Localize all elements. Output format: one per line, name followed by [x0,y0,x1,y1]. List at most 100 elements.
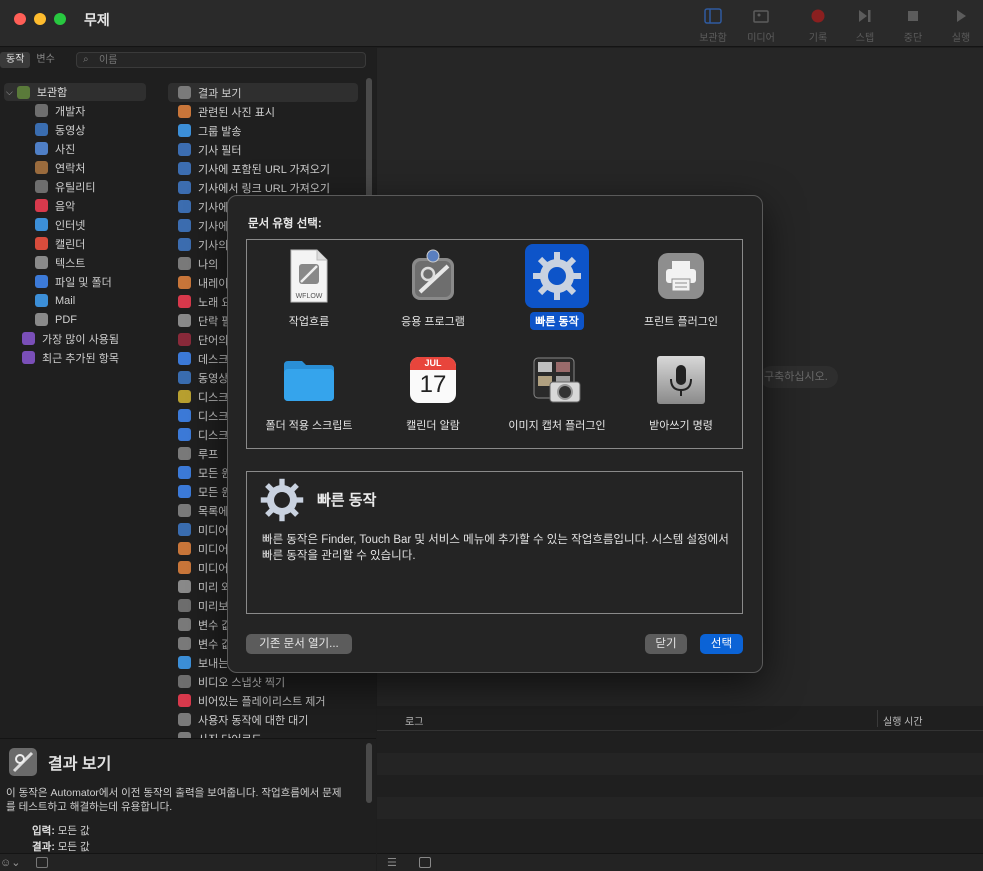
action-icon [178,333,191,346]
log-row [377,731,983,753]
choose-button[interactable]: 선택 [700,634,743,654]
log-column-header[interactable]: 로그 [405,713,423,728]
library-category-item[interactable]: 텍스트 [0,253,160,272]
list-view-icon[interactable]: ☰ [387,856,397,869]
record-icon [811,9,825,23]
doc-type-application[interactable]: 응용 프로그램 [371,244,495,330]
log-pane: 로그 실행 시간 [377,706,983,853]
library-category-item[interactable]: 캘린더 [0,234,160,253]
action-list-item[interactable]: 비어있는 플레이리스트 제거 [168,691,358,710]
library-category-label: 캘린더 [55,238,86,251]
doc-type-label: 프린트 플러그인 [644,316,718,328]
action-icon [178,105,191,118]
library-category-item[interactable]: 개발자 [0,101,160,120]
doc-type-workflow[interactable]: WFLOW 작업흐름 [247,244,371,330]
doc-type-print-plugin[interactable]: 프린트 플러그인 [619,244,743,330]
search-input[interactable] [99,53,359,67]
minimize-window-button[interactable] [34,13,46,25]
action-list-item[interactable]: 비디오 스냅샷 찍기 [168,672,358,691]
doc-type-dictation-command[interactable]: 받아쓰기 명령 [619,348,743,434]
media-label: 미디어 [747,33,775,44]
library-category-item[interactable]: 유틸리티 [0,177,160,196]
log-row [377,819,983,841]
action-icon [178,466,191,479]
split-view-icon[interactable] [419,857,431,868]
mail-icon [35,294,48,307]
description-scrollbar[interactable] [366,743,372,803]
open-existing-document-button[interactable]: 기존 문서 열기... [246,634,352,654]
result-label: 결과: [32,841,55,853]
library-categories: ⌵ 보관함 개발자동영상사진연락처 유틸리티 음악 인터넷캘린더텍스트파일 및 폴더 M… [0,83,160,367]
library-category-item[interactable]: PDF [0,310,160,329]
close-window-button[interactable] [14,13,26,25]
workflow-drop-hint: 구축하십시오. [760,366,838,388]
action-icon [178,162,191,175]
doc-type-label: 받아쓰기 명령 [649,420,713,432]
close-button[interactable]: 닫기 [645,634,687,654]
log-header: 로그 실행 시간 [377,706,983,731]
action-label: 디스크 [198,429,229,442]
library-category-item[interactable]: 동영상 [0,120,160,139]
media-toolbar-button[interactable]: 미디어 [739,6,783,44]
library-category-label: Mail [55,294,76,307]
smart-group-item[interactable]: 가장 많이 사용됨 [0,329,160,348]
doc-type-label: 이미지 캡처 플러그인 [508,420,606,432]
tab-variables[interactable]: 변수 [30,52,60,68]
doc-type-quick-action[interactable]: 빠른 동작 [495,244,619,330]
library-category-label: 파일 및 폴더 [55,276,112,289]
action-icon [178,599,191,612]
action-list-item[interactable]: 결과 보기 [168,83,358,102]
action-menu-icon[interactable]: ☺⌄ [0,856,20,869]
smart-folder-icon [22,351,35,364]
photo-icon [35,142,48,155]
library-category-item[interactable]: 연락처 [0,158,160,177]
description-toggle-icon[interactable] [36,857,48,868]
action-list-item[interactable]: 관련된 사진 표시 [168,102,358,121]
action-icon [178,200,191,213]
log-row [377,775,983,797]
library-category-item[interactable]: 음악 [0,196,160,215]
action-list-item[interactable]: 기사 필터 [168,140,358,159]
zoom-window-button[interactable] [54,13,66,25]
step-toolbar-button[interactable]: 스텝 [843,6,887,44]
tab-actions[interactable]: 동작 [0,52,31,68]
library-icon [704,8,722,24]
document-type-dialog: 문서 유형 선택: WFLOW 작업흐름 응용 프로그램 빠른 동작 프린트 플… [227,195,763,673]
library-category-label: 개발자 [55,105,86,118]
log-row [377,753,983,775]
doc-type-calendar-alarm[interactable]: JUL 17 캘린더 알람 [371,348,495,434]
library-bottom-bar: ☺⌄ [0,853,376,871]
action-icon [178,371,191,384]
library-category-item[interactable]: 사진 [0,139,160,158]
library-toolbar-button[interactable]: 보관함 [691,6,735,44]
doc-type-image-capture[interactable]: 이미지 캡처 플러그인 [495,348,619,434]
action-label: 비어있는 플레이리스트 제거 [198,695,326,708]
library-category-item[interactable]: Mail [0,291,160,310]
smart-group-item[interactable]: 최근 추가된 항목 [0,348,160,367]
action-icon [178,181,191,194]
doc-type-folder-action[interactable]: 폴더 적용 스크립트 [247,348,371,434]
library-root-item[interactable]: ⌵ 보관함 [4,83,146,101]
action-description-pane: 결과 보기 이 동작은 Automator에서 이전 동작의 출력을 보여줍니다… [0,738,376,853]
duration-column-header[interactable]: 실행 시간 [883,713,923,728]
image-capture-icon [533,357,581,403]
library-category-label: 사진 [55,143,76,156]
action-list-item[interactable]: 그룹 발송 [168,121,358,140]
stop-toolbar-button[interactable]: 중단 [891,6,935,44]
smart-folder-icon [22,332,35,345]
record-toolbar-button[interactable]: 기록 [796,6,840,44]
action-list-item[interactable]: 사용자 동작에 대한 대기 [168,710,358,729]
action-label: 디스크 [198,391,229,404]
action-label: 그룹 발송 [198,125,242,138]
action-list-item[interactable]: 기사에 포함된 URL 가져오기 [168,159,358,178]
action-label: 비디오 스냅샷 찍기 [198,676,286,689]
pdf-icon [35,313,48,326]
library-category-item[interactable]: 파일 및 폴더 [0,272,160,291]
action-label: 결과 보기 [198,87,242,100]
action-icon [178,656,191,669]
doc-type-label: 응용 프로그램 [401,316,465,328]
run-toolbar-button[interactable]: 실행 [939,6,983,44]
action-icon [178,295,191,308]
disclosure-chevron-icon[interactable]: ⌵ [6,87,13,98]
library-category-item[interactable]: 인터넷 [0,215,160,234]
